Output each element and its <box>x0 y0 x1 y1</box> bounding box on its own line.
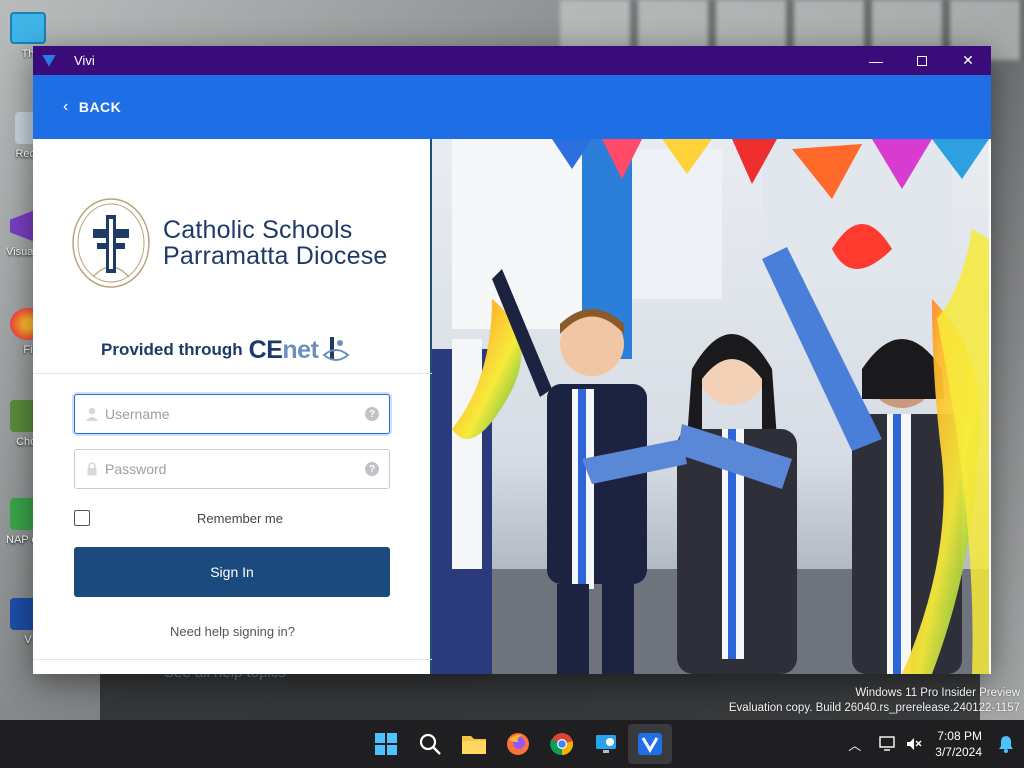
chrome-icon <box>550 733 573 756</box>
clock[interactable]: 7:08 PM 3/7/2024 <box>935 728 982 760</box>
title-bar[interactable]: Vivi — ✕ <box>33 46 991 75</box>
firefox-icon <box>507 733 529 755</box>
org-name-line2: Parramatta Diocese <box>163 242 388 270</box>
minimize-button[interactable]: — <box>853 46 899 75</box>
system-tray: ︿ 7:08 PM 3/7/2024 <box>848 720 1014 768</box>
password-input[interactable] <box>105 461 365 477</box>
watermark-line1: Windows 11 Pro Insider Preview <box>855 687 1020 699</box>
app-header: ‹ BACK <box>33 75 991 139</box>
org-name: Catholic Schools Parramatta Diocese <box>163 217 388 269</box>
lock-icon <box>87 462 97 476</box>
windows-watermark: Windows 11 Pro Insider Preview Evaluatio… <box>729 686 1020 716</box>
search-button[interactable] <box>408 724 452 764</box>
cross-seal-icon <box>72 198 150 288</box>
back-label: BACK <box>78 99 122 115</box>
cenet-ce: CE <box>248 335 283 364</box>
chrome-button[interactable] <box>540 724 584 764</box>
remember-me-checkbox[interactable] <box>74 510 90 526</box>
volume-muted-icon[interactable] <box>905 736 923 752</box>
remote-desktop-button[interactable] <box>584 724 628 764</box>
chevron-up-icon[interactable]: ︿ <box>848 735 861 754</box>
vivi-taskbar-button[interactable] <box>628 724 672 764</box>
hero-photo <box>432 139 991 674</box>
help-link[interactable]: Need help signing in? <box>33 624 432 639</box>
watermark-line2: Evaluation copy. Build 26040.rs_prerelea… <box>728 702 1020 714</box>
question-icon[interactable]: ? <box>365 407 379 421</box>
cenet-mark-icon <box>322 337 350 361</box>
divider <box>33 373 432 374</box>
vivi-window: Vivi — ✕ ‹ BACK Catholic Schools Parrama… <box>33 46 991 674</box>
remember-me-label[interactable]: Remember me <box>90 511 390 526</box>
provided-through: Provided through CEnet <box>101 335 350 365</box>
notification-bell-icon[interactable] <box>998 735 1014 753</box>
user-icon <box>86 407 98 421</box>
vivi-app-icon <box>42 54 56 67</box>
clock-time: 7:08 PM <box>937 729 982 743</box>
question-icon[interactable]: ? <box>365 462 379 476</box>
cenet-net: net <box>282 335 319 364</box>
login-content: Catholic Schools Parramatta Diocese Prov… <box>33 139 991 674</box>
remember-me-row: Remember me <box>74 510 390 526</box>
cenet-logo: CEnet <box>249 336 319 365</box>
org-logo: Catholic Schools Parramatta Diocese <box>71 197 388 289</box>
network-icon[interactable] <box>879 736 897 752</box>
username-field[interactable]: ? <box>74 394 390 434</box>
start-icon <box>375 733 397 755</box>
maximize-icon <box>917 55 927 66</box>
taskbar-apps <box>364 720 672 768</box>
taskbar: ︿ 7:08 PM 3/7/2024 <box>0 720 1024 768</box>
login-panel: Catholic Schools Parramatta Diocese Prov… <box>33 139 432 674</box>
org-name-line1: Catholic Schools <box>163 216 353 244</box>
username-input[interactable] <box>105 406 365 422</box>
close-icon: ✕ <box>962 52 974 68</box>
chevron-left-icon: ‹ <box>63 98 69 115</box>
window-title: Vivi <box>74 53 95 68</box>
minimize-icon: — <box>869 52 883 69</box>
firefox-button[interactable] <box>496 724 540 764</box>
clock-date: 3/7/2024 <box>935 745 982 759</box>
vivi-icon <box>638 733 662 755</box>
divider <box>33 659 432 660</box>
password-field[interactable]: ? <box>74 449 390 489</box>
monitor-icon <box>10 12 46 44</box>
remote-desktop-icon <box>596 735 616 753</box>
start-button[interactable] <box>364 724 408 764</box>
search-icon <box>419 733 441 755</box>
sign-in-button[interactable]: Sign In <box>74 547 390 597</box>
maximize-button[interactable] <box>899 46 945 75</box>
file-explorer-button[interactable] <box>452 724 496 764</box>
file-explorer-icon <box>462 736 486 754</box>
provided-text: Provided through <box>101 340 243 359</box>
back-button[interactable]: ‹ BACK <box>63 98 121 116</box>
close-button[interactable]: ✕ <box>945 46 991 75</box>
classroom-photo-illustration <box>432 139 989 674</box>
